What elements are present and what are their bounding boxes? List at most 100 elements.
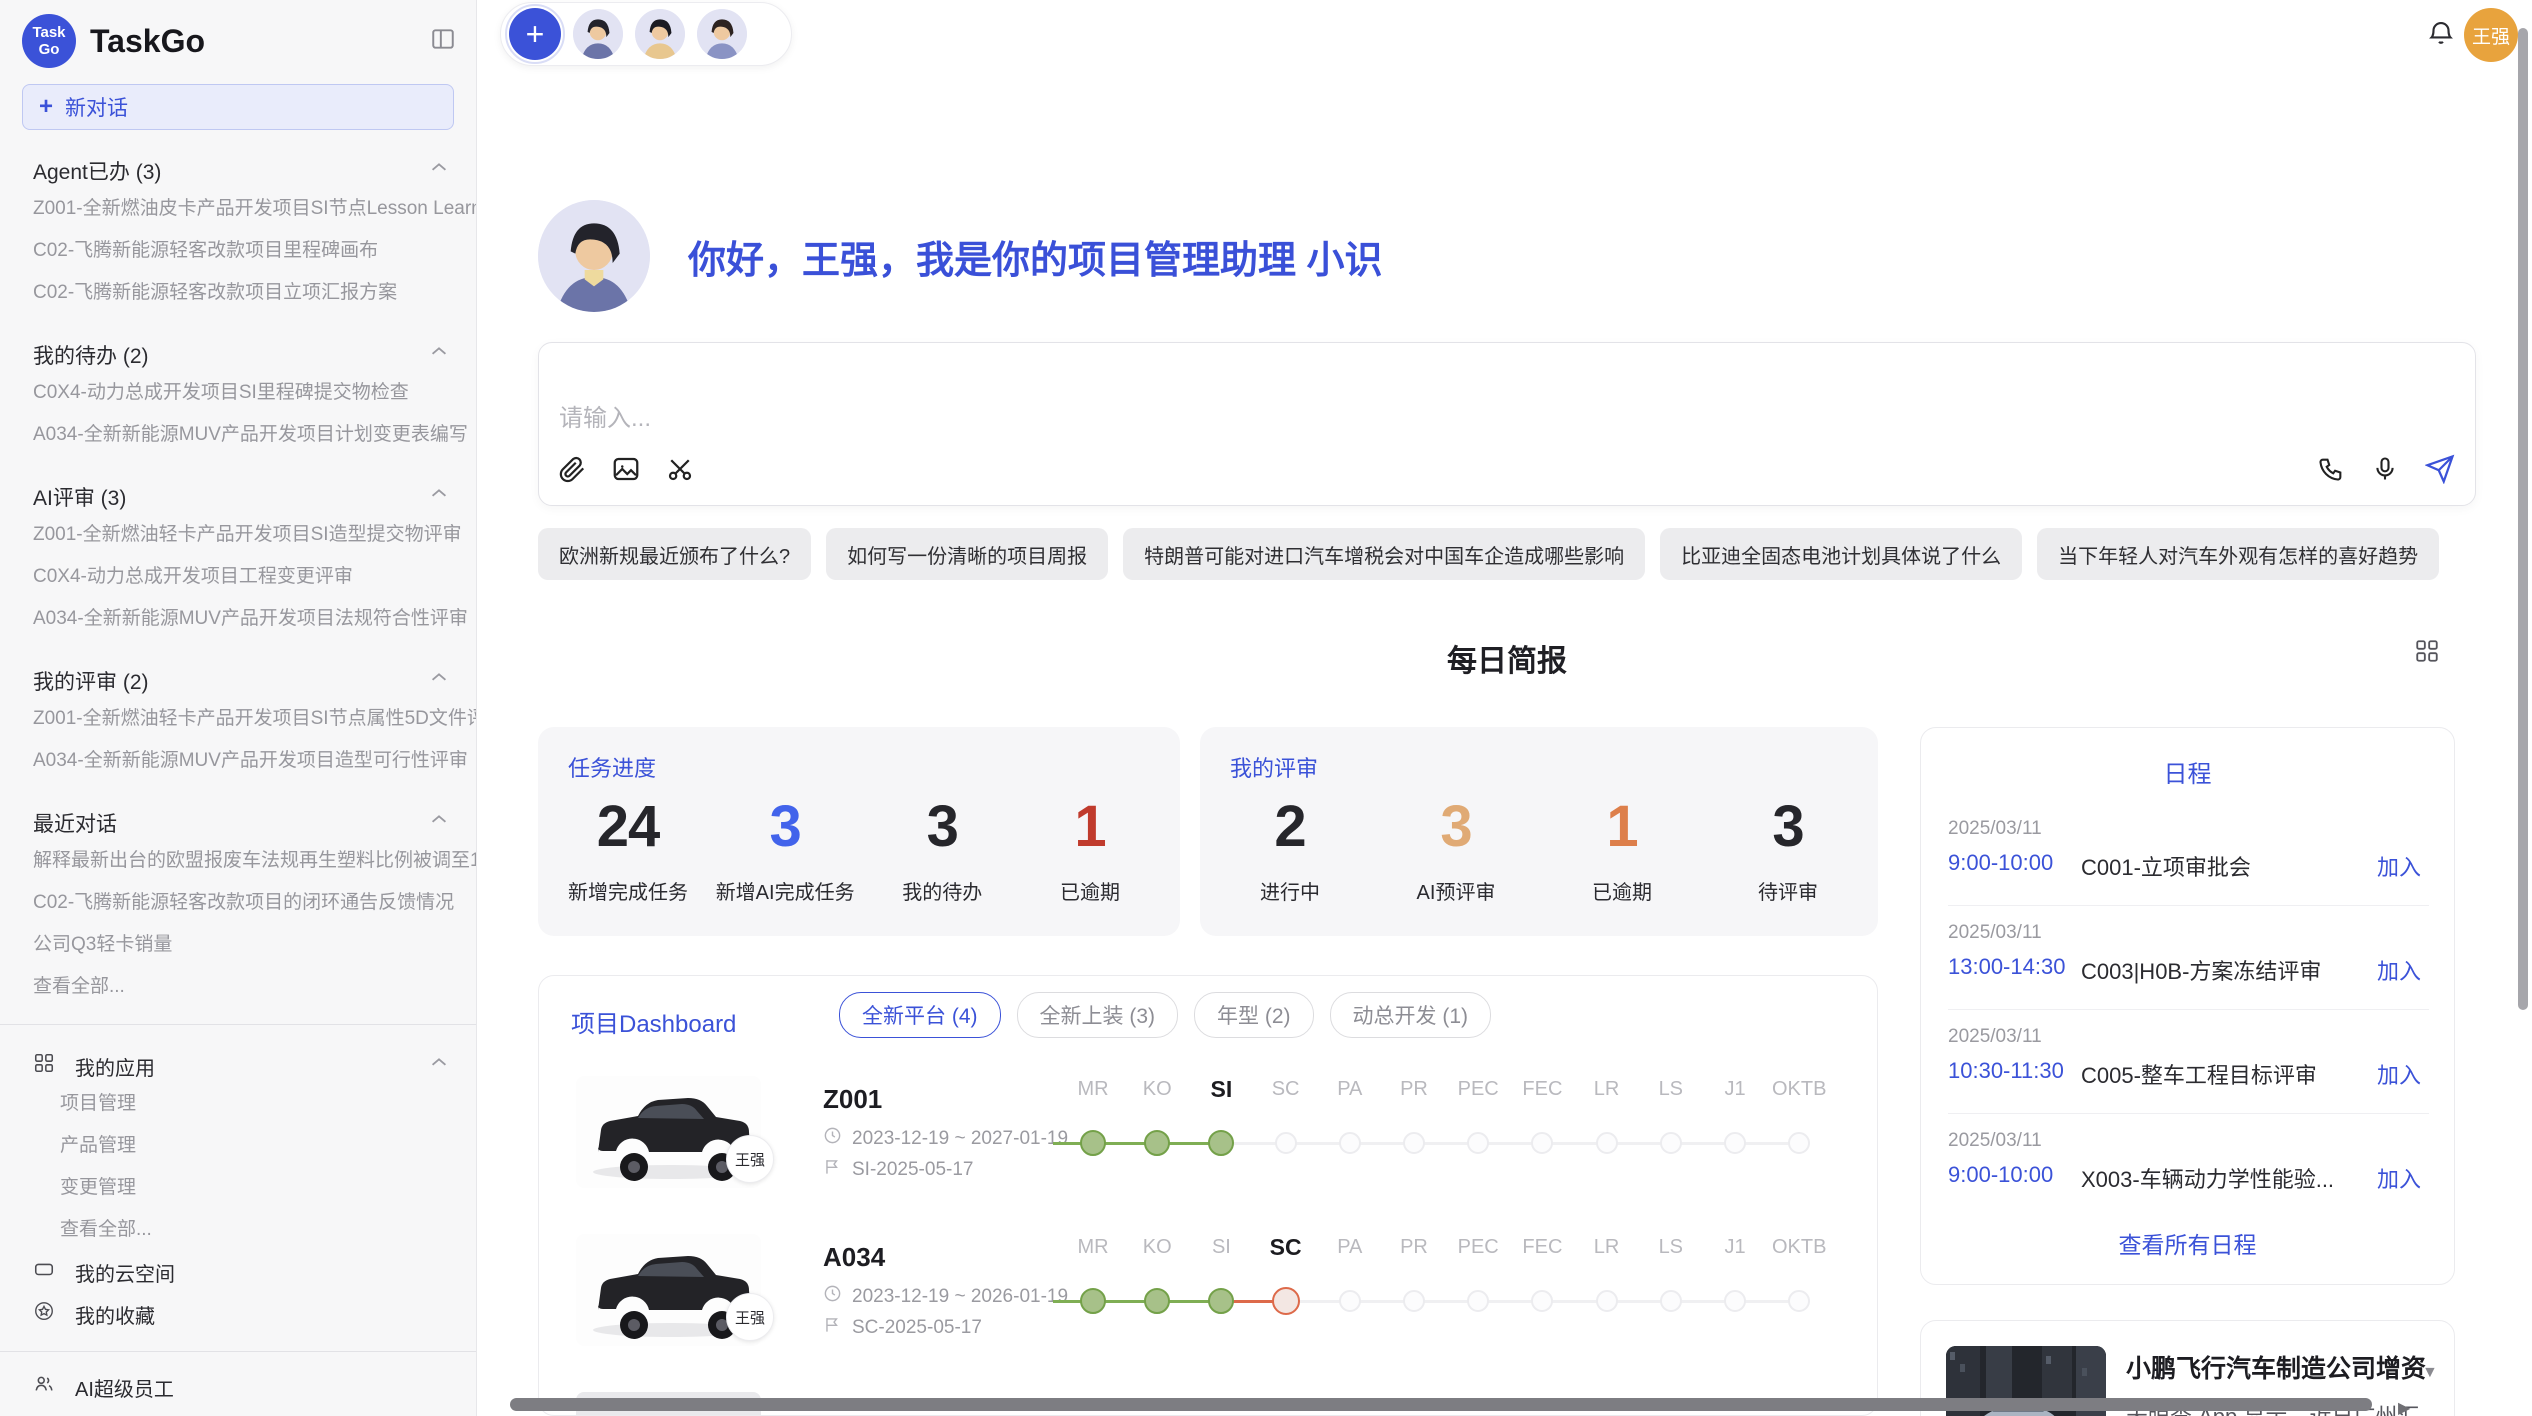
- sidebar-section-header[interactable]: 我的评审 (2): [33, 664, 476, 698]
- agent-avatar-2[interactable]: [635, 9, 685, 59]
- sidebar-conversation-item[interactable]: C0X4-动力总成开发项目工程变更评审: [33, 556, 476, 598]
- microphone-icon[interactable]: [2371, 455, 2399, 488]
- bell-icon[interactable]: [2426, 18, 2456, 53]
- sidebar-conversation-item[interactable]: Z001-全新燃油轻卡产品开发项目SI节点属性5D文件评审: [33, 698, 476, 740]
- sidebar-conversation-item[interactable]: A034-全新新能源MUV产品开发项目计划变更表编写: [33, 414, 476, 456]
- scissors-icon[interactable]: [665, 454, 695, 489]
- link-label: AI超级员工: [75, 1373, 174, 1402]
- dashboard-filter-chip[interactable]: 年型 (2): [1194, 992, 1314, 1038]
- suggestion-chip[interactable]: 当下年轻人对汽车外观有怎样的喜好趋势: [2037, 528, 2439, 580]
- app-title: TaskGo: [90, 23, 430, 60]
- chevron-up-icon[interactable]: [428, 157, 450, 185]
- sidebar-section-header[interactable]: 我的待办 (2): [33, 338, 476, 372]
- chevron-up-icon[interactable]: [428, 341, 450, 369]
- suggestion-chip[interactable]: 特朗普可能对进口汽车增税会对中国车企造成哪些影响: [1123, 528, 1645, 580]
- sidebar-section-header[interactable]: Agent已办 (3): [33, 154, 476, 188]
- schedule-item: 2025/03/1110:30-11:30C005-整车工程目标评审加入: [1948, 1010, 2429, 1114]
- section-title: Agent已办 (3): [33, 156, 161, 186]
- project-row[interactable]: 王强A0342023-12-19 ~ 2026-01-19SC-2025-05-…: [539, 1234, 1878, 1392]
- sidebar-section-header[interactable]: AI评审 (3): [33, 480, 476, 514]
- agent-avatar-3[interactable]: [697, 9, 747, 59]
- sidebar-conversation-item[interactable]: C02-飞腾新能源轻客改款项目立项汇报方案: [33, 272, 476, 314]
- stat-value: 2: [1230, 793, 1350, 860]
- milestone-dot: [1467, 1290, 1489, 1312]
- section-title: 最近对话: [33, 808, 117, 838]
- send-icon[interactable]: [2425, 454, 2455, 489]
- sidebar-conversation-item[interactable]: 公司Q3轻卡销量: [33, 924, 476, 966]
- sidebar-header: Task Go TaskGo: [0, 0, 476, 76]
- chevron-up-icon[interactable]: [428, 667, 450, 695]
- sidebar-conversation-item[interactable]: C02-飞腾新能源轻客改款项目的闭环通告反馈情况: [33, 882, 476, 924]
- schedule-event-name: C001-立项审批会: [2081, 850, 2251, 882]
- agent-avatar-1[interactable]: [573, 9, 623, 59]
- user-avatar[interactable]: 王强: [2464, 8, 2518, 62]
- sidebar-conversation-item[interactable]: C02-飞腾新能源轻客改款项目里程碑画布: [33, 230, 476, 272]
- schedule-title: 日程: [1921, 754, 2454, 789]
- sidebar-item-writing[interactable]: 帮我写作: [33, 1408, 476, 1416]
- sidebar-apps-header[interactable]: 我的应用: [33, 1049, 476, 1083]
- suggestion-chips: 欧洲新规最近颁布了什么? 如何写一份清晰的项目周报特朗普可能对进口汽车增税会对中国…: [538, 528, 2478, 580]
- chevron-up-icon[interactable]: [428, 1052, 450, 1080]
- assistant-avatar: [538, 200, 650, 312]
- stat-item: 3我的待办: [882, 793, 1002, 905]
- chevron-up-icon[interactable]: [428, 809, 450, 837]
- new-session-plus-button[interactable]: +: [509, 8, 561, 60]
- sidebar-app-item[interactable]: 变更管理: [60, 1167, 476, 1209]
- milestone-dot: [1724, 1132, 1746, 1154]
- schedule-time: 13:00-14:30: [1948, 954, 2065, 980]
- project-row[interactable]: 王强Z0012023-12-19 ~ 2027-01-19SI-2025-05-…: [539, 1076, 1878, 1234]
- paperclip-icon[interactable]: [557, 454, 587, 489]
- schedule-join-link[interactable]: 加入: [2377, 1058, 2421, 1090]
- project-dates: 2023-12-19 ~ 2026-01-19: [823, 1284, 1068, 1309]
- vertical-scrollbar[interactable]: [2518, 28, 2528, 1010]
- schedule-view-all-link[interactable]: 查看所有日程: [1921, 1226, 2454, 1260]
- logo-text-bottom: Go: [39, 41, 60, 58]
- dashboard-filter-chip[interactable]: 全新上装 (3): [1017, 992, 1179, 1038]
- schedule-join-link[interactable]: 加入: [2377, 850, 2421, 882]
- schedule-join-link[interactable]: 加入: [2377, 954, 2421, 986]
- stat-item: 3AI预评审: [1396, 793, 1516, 905]
- stat-card: 任务进度24新增完成任务3新增AI完成任务3我的待办1已逾期: [538, 727, 1180, 936]
- suggestion-chip[interactable]: 欧洲新规最近颁布了什么?: [538, 528, 811, 580]
- sidebar-conversation-item[interactable]: Z001-全新燃油轻卡产品开发项目SI造型提交物评审: [33, 514, 476, 556]
- milestone-dot: [1531, 1132, 1553, 1154]
- sidebar-conversation-item[interactable]: A034-全新新能源MUV产品开发项目法规符合性评审: [33, 598, 476, 640]
- phone-icon[interactable]: [2317, 455, 2345, 488]
- dashboard-filter-chip[interactable]: 全新平台 (4): [839, 992, 1001, 1038]
- sidebar-conversation-item[interactable]: 查看全部...: [33, 966, 476, 1008]
- new-chat-button[interactable]: + 新对话: [22, 84, 454, 130]
- brief-layout-icon[interactable]: [2414, 638, 2440, 669]
- schedule-item: 2025/03/119:00-10:00X003-车辆动力学性能验...加入: [1948, 1114, 2429, 1217]
- sidebar-app-item[interactable]: 产品管理: [60, 1125, 476, 1167]
- sidebar-section-header[interactable]: 最近对话: [33, 806, 476, 840]
- sidebar-conversation-item[interactable]: C0X4-动力总成开发项目SI里程碑提交物检查: [33, 372, 476, 414]
- horizontal-scrollbar[interactable]: [510, 1398, 2372, 1411]
- chat-input-card[interactable]: 请输入...: [538, 342, 2476, 506]
- sidebar-item-favorites[interactable]: 我的收藏: [33, 1293, 476, 1335]
- project-owner-badge: 王强: [726, 1293, 774, 1341]
- cloud-space-icon: [33, 1258, 55, 1286]
- sidebar-item-cloud-space[interactable]: 我的云空间: [33, 1251, 476, 1293]
- scroll-right-arrow-icon[interactable]: ▶: [2398, 1398, 2410, 1416]
- input-toolbar-left: [557, 454, 695, 489]
- stat-card: 我的评审2进行中3AI预评审1已逾期3待评审: [1200, 727, 1878, 936]
- project-flag-text: SC-2025-05-17: [852, 1317, 982, 1339]
- chevron-up-icon[interactable]: [428, 483, 450, 511]
- scroll-down-arrow-icon[interactable]: ▼: [2422, 1364, 2438, 1382]
- collapse-sidebar-icon[interactable]: [430, 26, 456, 57]
- milestone-dot: [1080, 1130, 1106, 1156]
- sidebar-conversation-item[interactable]: A034-全新新能源MUV产品开发项目造型可行性评审: [33, 740, 476, 782]
- suggestion-chip[interactable]: 比亚迪全固态电池计划具体说了什么: [1660, 528, 2022, 580]
- agent-avatar-group: +: [500, 2, 792, 66]
- sidebar-app-item[interactable]: 项目管理: [60, 1083, 476, 1125]
- sidebar-item-ai-staff[interactable]: AI超级员工: [33, 1366, 476, 1408]
- milestone-dot: [1531, 1290, 1553, 1312]
- sidebar-conversation-item[interactable]: 解释最新出台的欧盟报废车法规再生塑料比例被调至15%...: [33, 840, 476, 882]
- suggestion-chip[interactable]: 如何写一份清晰的项目周报: [826, 528, 1108, 580]
- sidebar-app-item[interactable]: 查看全部...: [60, 1209, 476, 1251]
- stat-columns: 2进行中3AI预评审1已逾期3待评审: [1230, 793, 1848, 905]
- dashboard-filter-chip[interactable]: 动总开发 (1): [1330, 992, 1492, 1038]
- image-icon[interactable]: [611, 454, 641, 489]
- sidebar-conversation-item[interactable]: Z001-全新燃油皮卡产品开发项目SI节点Lesson Learn报告: [33, 188, 476, 230]
- schedule-join-link[interactable]: 加入: [2377, 1162, 2421, 1194]
